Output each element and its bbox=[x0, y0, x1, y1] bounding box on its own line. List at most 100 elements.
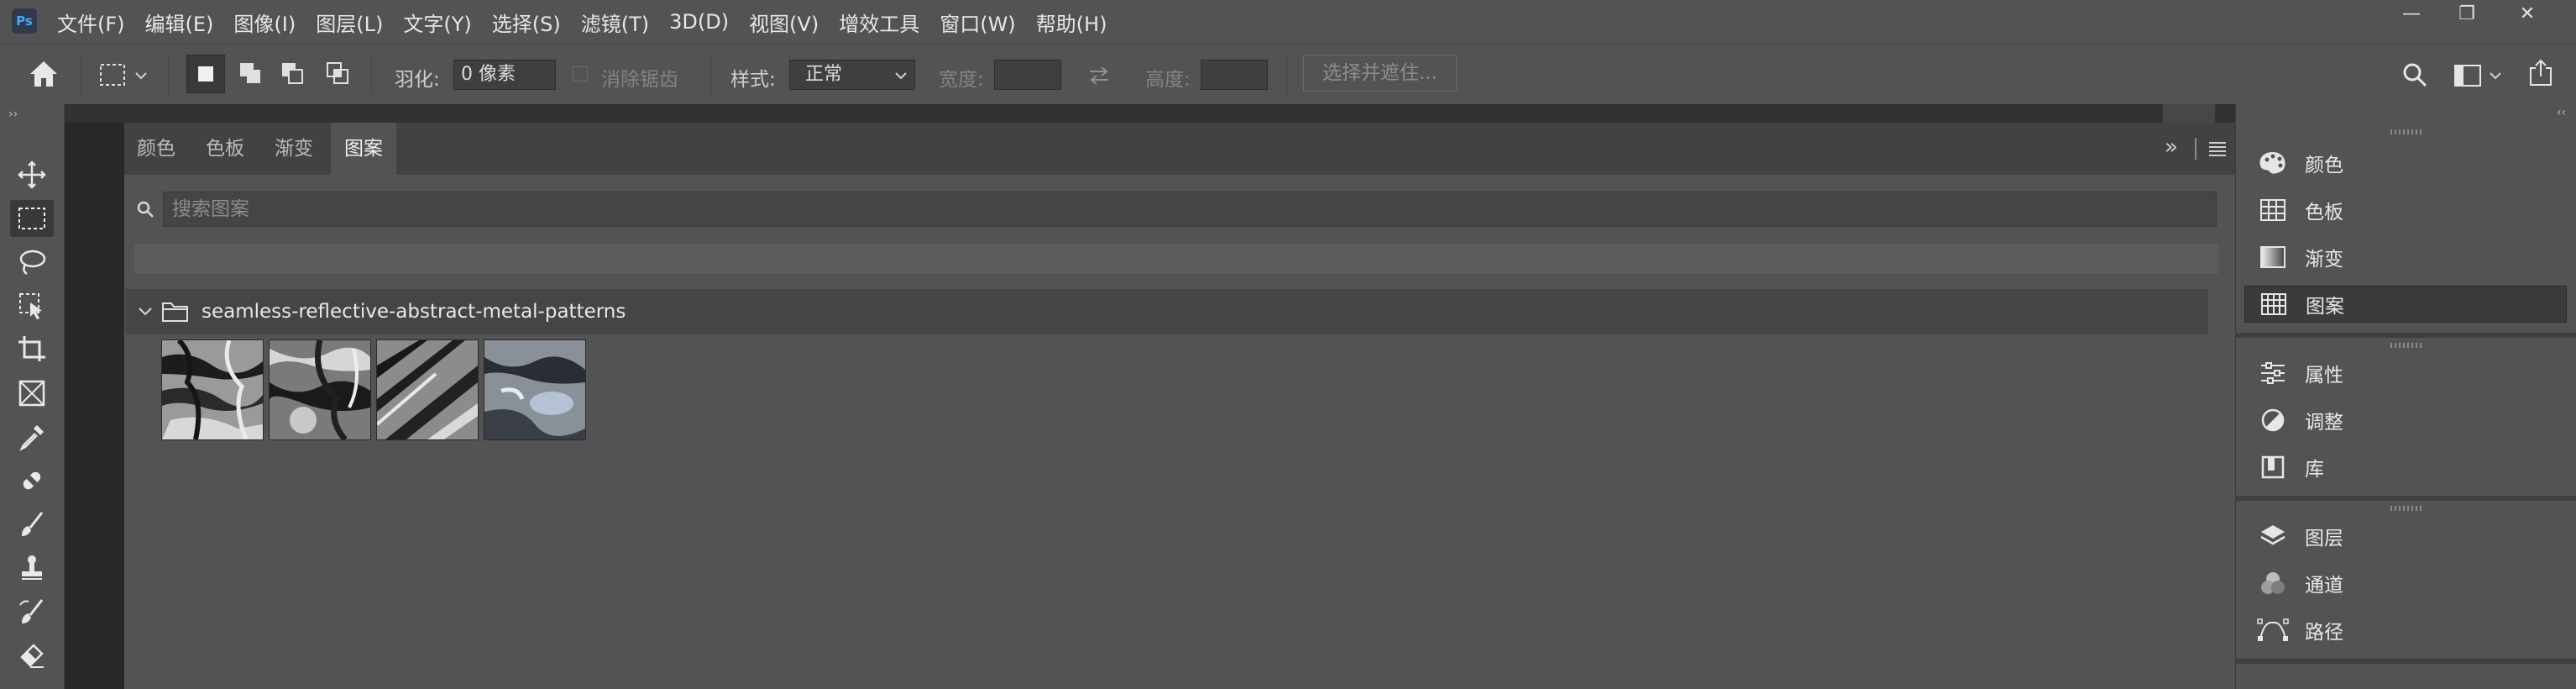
minimize-button[interactable]: — bbox=[2383, 0, 2440, 29]
style-select-value: 正常 bbox=[805, 64, 843, 85]
dock-item-label: 渐变 bbox=[2305, 249, 2343, 271]
antialias-label: 消除锯齿 bbox=[601, 69, 678, 91]
properties-icon bbox=[2256, 360, 2290, 387]
dock-item-paths[interactable]: 路径 bbox=[2244, 612, 2567, 649]
intersect-selection-icon[interactable] bbox=[319, 55, 358, 93]
channels-icon bbox=[2256, 570, 2290, 597]
stamp-icon[interactable] bbox=[10, 550, 54, 586]
home-icon[interactable] bbox=[29, 60, 59, 92]
rect-marquee-tool-icon[interactable] bbox=[10, 200, 54, 237]
menu-select[interactable]: 选择(S) bbox=[492, 8, 561, 37]
chevron-down-icon bbox=[895, 72, 907, 80]
folder-icon bbox=[162, 302, 188, 322]
swap-icon[interactable] bbox=[1086, 65, 1112, 90]
pattern-icon bbox=[2257, 291, 2291, 318]
gradient-icon bbox=[2256, 244, 2290, 271]
tab-swatches[interactable]: 色板 bbox=[193, 123, 257, 175]
dock-strip bbox=[0, 104, 2576, 123]
new-selection-icon[interactable] bbox=[186, 55, 225, 93]
collapse-toolbar-icon[interactable]: ›› bbox=[8, 108, 18, 121]
crop-icon[interactable] bbox=[10, 331, 54, 368]
tools-panel: ›› bbox=[0, 104, 65, 689]
tab-patterns[interactable]: 图案 bbox=[331, 123, 396, 175]
close-button[interactable]: ✕ bbox=[2499, 0, 2556, 29]
brush-icon[interactable] bbox=[10, 506, 54, 543]
chevron-down-icon[interactable] bbox=[138, 306, 153, 318]
dock-item-properties[interactable]: 属性 bbox=[2244, 355, 2567, 392]
dock-item-channels[interactable]: 通道 bbox=[2244, 565, 2567, 602]
select-and-mask-button[interactable]: 选择并遮住... bbox=[1303, 55, 1457, 92]
panel-tab-bar: 颜色 色板 渐变 图案 » bbox=[124, 123, 2235, 175]
menu-bar: Ps 文件(F) 编辑(E) 图像(I) 图层(L) 文字(Y) 选择(S) 滤… bbox=[0, 0, 2576, 44]
feather-input[interactable]: 0 像素 bbox=[453, 60, 556, 90]
panel-menu-icon[interactable] bbox=[2208, 141, 2227, 160]
frame-icon[interactable] bbox=[10, 375, 54, 412]
height-input[interactable] bbox=[1201, 60, 1268, 90]
menu-filter[interactable]: 滤镜(T) bbox=[581, 8, 649, 37]
tab-color[interactable]: 颜色 bbox=[124, 123, 188, 175]
lasso-icon[interactable] bbox=[10, 244, 54, 281]
pattern-search-input[interactable]: 搜索图案 bbox=[163, 192, 2217, 227]
menu-view[interactable]: 视图(V) bbox=[749, 8, 819, 37]
dock-item-label: 图案 bbox=[2306, 296, 2344, 318]
collapse-panel-icon[interactable]: » bbox=[2165, 134, 2178, 160]
eraser-icon[interactable] bbox=[10, 637, 54, 674]
dock-item-gradients[interactable]: 渐变 bbox=[2244, 239, 2567, 276]
pattern-swatch-1[interactable] bbox=[161, 338, 264, 440]
height-label: 高度: bbox=[1145, 69, 1191, 91]
move-icon[interactable] bbox=[10, 156, 54, 193]
pattern-swatch-3[interactable] bbox=[375, 339, 479, 440]
menu-help[interactable]: 帮助(H) bbox=[1036, 8, 1107, 37]
healing-icon[interactable] bbox=[10, 462, 54, 499]
dock-item-swatches[interactable]: 色板 bbox=[2244, 192, 2567, 229]
workspace-icon[interactable] bbox=[2453, 63, 2504, 92]
dock-item-adjustments[interactable]: 调整 bbox=[2244, 402, 2567, 439]
dock-item-libraries[interactable]: 库 bbox=[2244, 449, 2567, 486]
antialias-checkbox[interactable] bbox=[573, 66, 588, 82]
history-brush-icon[interactable] bbox=[10, 593, 54, 630]
tab-gradients[interactable]: 渐变 bbox=[262, 123, 326, 175]
menu-window[interactable]: 窗口(W) bbox=[940, 8, 1015, 37]
search-icon bbox=[136, 200, 154, 222]
palette-icon bbox=[2256, 150, 2290, 176]
pattern-swatch-2[interactable] bbox=[269, 339, 371, 442]
dock-item-label: 属性 bbox=[2305, 365, 2343, 387]
pattern-group-header[interactable]: seamless-reflective-abstract-metal-patte… bbox=[126, 289, 2208, 334]
dock-item-color[interactable]: 颜色 bbox=[2244, 145, 2567, 181]
menu-image[interactable]: 图像(I) bbox=[233, 8, 296, 37]
library-icon bbox=[2256, 454, 2290, 481]
dock-item-patterns[interactable]: 图案 bbox=[2244, 286, 2567, 323]
right-panel-dock: ‹‹ 颜色 色板 渐变 图案 属性 调整 库 图层 通道 路径 bbox=[2235, 104, 2576, 689]
width-input[interactable] bbox=[994, 60, 1061, 90]
eyedropper-icon[interactable] bbox=[10, 418, 54, 455]
dock-item-label: 库 bbox=[2305, 459, 2324, 481]
grid-icon bbox=[2256, 197, 2290, 224]
menu-list: 文件(F) 编辑(E) 图像(I) 图层(L) 文字(Y) 选择(S) 滤镜(T… bbox=[57, 0, 1127, 44]
style-select[interactable]: 正常 bbox=[789, 60, 915, 90]
subtract-selection-icon[interactable] bbox=[274, 55, 312, 93]
thumbnail-size-bar[interactable] bbox=[134, 244, 2218, 274]
layers-icon bbox=[2256, 523, 2290, 550]
menu-file[interactable]: 文件(F) bbox=[57, 8, 125, 37]
dock-item-label: 颜色 bbox=[2305, 155, 2343, 176]
search-icon[interactable] bbox=[2401, 61, 2428, 92]
dock-item-label: 色板 bbox=[2305, 202, 2343, 224]
pattern-swatch-4[interactable] bbox=[484, 339, 586, 440]
menu-type[interactable]: 文字(Y) bbox=[403, 8, 471, 37]
expand-dock-icon[interactable]: ‹‹ bbox=[2557, 106, 2566, 119]
share-icon[interactable] bbox=[2526, 58, 2556, 92]
object-select-icon[interactable] bbox=[10, 287, 54, 324]
menu-plugins[interactable]: 增效工具 bbox=[839, 8, 919, 37]
style-label: 样式: bbox=[730, 69, 776, 91]
restore-button[interactable]: ❐ bbox=[2438, 0, 2495, 29]
photoshop-logo: Ps bbox=[12, 8, 37, 34]
menu-3d[interactable]: 3D(D) bbox=[669, 10, 729, 34]
dock-item-layers[interactable]: 图层 bbox=[2244, 518, 2567, 555]
add-selection-icon[interactable] bbox=[232, 55, 270, 93]
menu-layer[interactable]: 图层(L) bbox=[316, 8, 383, 37]
paths-icon bbox=[2256, 617, 2290, 644]
rect-marquee-icon[interactable] bbox=[99, 63, 149, 92]
dock-item-label: 通道 bbox=[2305, 575, 2343, 597]
menu-edit[interactable]: 编辑(E) bbox=[145, 8, 214, 37]
dock-item-label: 调整 bbox=[2305, 412, 2343, 434]
